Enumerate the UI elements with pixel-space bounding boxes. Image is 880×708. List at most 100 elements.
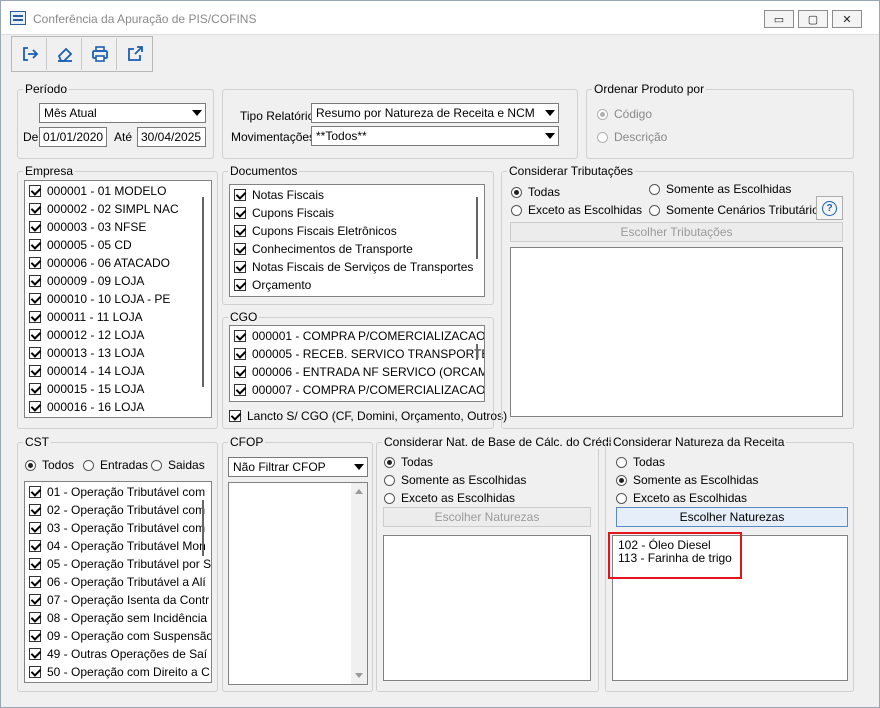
date-from-input[interactable]: 01/01/2020 — [39, 127, 107, 147]
maximize-button[interactable]: ▢ — [798, 10, 828, 28]
cgo-list[interactable]: 000001 - COMPRA P/COMERCIALIZACAO 000005 … — [229, 325, 485, 402]
natbase-todas-radio[interactable]: Todas — [384, 455, 433, 469]
minimize-button[interactable]: ▭ — [764, 10, 794, 28]
date-to-input[interactable]: 30/04/2025 — [137, 127, 206, 147]
cgo-item[interactable]: 000001 - COMPRA P/COMERCIALIZACAO — [234, 327, 484, 345]
cst-item[interactable]: 08 - Operação sem Incidência — [29, 609, 207, 627]
empresa-item[interactable]: 000016 - 16 LOJA — [29, 398, 144, 416]
cst-item[interactable]: 04 - Operação Tributável Mon — [29, 537, 206, 555]
empresa-item[interactable]: 000003 - 03 NFSE — [29, 218, 146, 236]
cst-item[interactable]: 07 - Operação Isenta da Contr — [29, 591, 209, 609]
empresa-scrollbar[interactable] — [202, 197, 204, 387]
cst-scrollbar[interactable] — [202, 500, 204, 556]
documento-item-label: Cupons Fiscais Eletrônicos — [252, 224, 397, 238]
documentos-list[interactable]: Notas Fiscais Cupons Fiscais Cupons Fiscai… — [229, 184, 485, 297]
empresa-item[interactable]: 000002 - 02 SIMPL NAC — [29, 200, 179, 218]
empresa-list[interactable]: 000001 - 01 MODELO 000002 - 02 SIMPL NAC 0… — [24, 180, 212, 418]
close-button[interactable]: ✕ — [832, 10, 862, 28]
trib-exceto-radio[interactable]: Exceto as Escolhidas — [511, 203, 642, 217]
checkbox-box — [29, 486, 41, 498]
checkbox-box — [29, 383, 41, 395]
documento-item[interactable]: Orçamento — [234, 276, 311, 294]
documento-item[interactable]: Conhecimentos de Transporte — [234, 240, 413, 258]
cst-item[interactable]: 09 - Operação com Suspensão — [29, 627, 211, 645]
documento-item-label: Conhecimentos de Transporte — [252, 242, 413, 256]
cgo-item-label: 000005 - RECEB. SERVICO TRANSPORTE ( — [252, 347, 485, 361]
empresa-item[interactable]: 000011 - 11 LOJA — [29, 308, 143, 326]
cst-item[interactable]: 02 - Operação Tributável com — [29, 501, 205, 519]
natbase-somente-radio[interactable]: Somente as Escolhidas — [384, 473, 526, 487]
movimentacoes-value: **Todos** — [316, 129, 367, 143]
ordenar-codigo-radio[interactable]: Código — [597, 107, 652, 121]
checkbox-box — [234, 330, 246, 342]
empresa-item[interactable]: 000010 - 10 LOJA - PE — [29, 290, 170, 308]
natrec-todas-radio[interactable]: Todas — [616, 455, 665, 469]
ordenar-descricao-radio[interactable]: Descrição — [597, 130, 667, 144]
documento-item[interactable]: Cupons Fiscais Eletrônicos — [234, 222, 397, 240]
periodo-select[interactable]: Mês Atual — [39, 103, 206, 123]
cst-list[interactable]: 01 - Operação Tributável com 02 - Operaçã… — [24, 481, 212, 683]
trib-cenarios-radio[interactable]: Somente Cenários Tributários — [649, 203, 825, 217]
documento-item[interactable]: Notas Fiscais de Serviços de Transportes — [234, 258, 473, 276]
empresa-item[interactable]: 000001 - 01 MODELO — [29, 182, 166, 200]
documento-item[interactable]: Notas Fiscais — [234, 186, 324, 204]
natbase-exceto-radio[interactable]: Exceto as Escolhidas — [384, 491, 515, 505]
escolher-tributacoes-button[interactable]: Escolher Tributações — [510, 222, 843, 242]
cst-todos-radio[interactable]: Todos — [25, 458, 74, 472]
empresa-item[interactable]: 000006 - 06 ATACADO — [29, 254, 170, 272]
exit-button[interactable] — [13, 38, 47, 70]
cst-entradas-radio[interactable]: Entradas — [83, 458, 148, 472]
cfop-select[interactable]: Não Filtrar CFOP — [228, 457, 368, 477]
cgo-item[interactable]: 000005 - RECEB. SERVICO TRANSPORTE ( — [234, 345, 485, 363]
movimentacoes-select[interactable]: **Todos** — [311, 126, 559, 146]
cst-entradas-label: Entradas — [100, 458, 149, 472]
clear-button[interactable] — [48, 38, 82, 70]
help-icon: ? — [822, 200, 837, 216]
tributacoes-list[interactable] — [510, 247, 843, 417]
cst-item-label: 07 - Operação Isenta da Contr — [47, 593, 210, 607]
empresa-item[interactable]: 000009 - 09 LOJA — [29, 272, 144, 290]
empresa-item[interactable]: 000012 - 12 LOJA — [29, 326, 144, 344]
cst-item[interactable]: 03 - Operação Tributável com — [29, 519, 205, 537]
cst-item[interactable]: 49 - Outras Operações de Saí — [29, 645, 207, 663]
cfop-scrollbar[interactable] — [351, 483, 367, 684]
cgo-item[interactable]: 000006 - ENTRADA NF SERVICO (ORCAME — [234, 363, 484, 381]
tipo-relatorio-select[interactable]: Resumo por Natureza de Receita e NCM — [311, 103, 559, 123]
trib-todas-radio[interactable]: Todas — [511, 185, 560, 199]
lancto-checkbox[interactable]: Lancto S/ CGO (CF, Domini, Orçamento, Ou… — [229, 407, 507, 425]
print-button[interactable] — [83, 38, 117, 70]
natrec-escolher-button[interactable]: Escolher Naturezas — [616, 507, 848, 527]
checkbox-box — [234, 366, 246, 378]
natrec-exceto-radio[interactable]: Exceto as Escolhidas — [616, 491, 747, 505]
trib-exceto-label: Exceto as Escolhidas — [528, 203, 643, 217]
ordenar-caption: Ordenar Produto por — [592, 82, 707, 96]
checkbox-box — [29, 257, 41, 269]
cst-item[interactable]: 50 - Operação com Direito a C — [29, 663, 210, 681]
documentos-scrollbar[interactable] — [476, 197, 478, 259]
natbase-escolher-button[interactable]: Escolher Naturezas — [383, 507, 591, 527]
cst-item[interactable]: 06 - Operação Tributável a Alí — [29, 573, 206, 591]
cst-saidas-radio[interactable]: Saidas — [151, 458, 205, 472]
checkbox-box — [29, 203, 41, 215]
empresa-item[interactable]: 000005 - 05 CD — [29, 236, 132, 254]
checkbox-box — [234, 348, 246, 360]
cgo-item[interactable]: 000007 - COMPRA P/COMERCIALIZACAO (I — [234, 381, 484, 399]
empresa-item[interactable]: 000014 - 14 LOJA — [29, 362, 144, 380]
cst-item[interactable]: 01 - Operação Tributável com — [29, 483, 205, 501]
empresa-item[interactable]: 000015 - 15 LOJA — [29, 380, 144, 398]
export-button[interactable] — [118, 38, 152, 70]
help-button[interactable]: ? — [816, 196, 843, 220]
cgo-scrollbar[interactable] — [476, 344, 478, 360]
natrec-caption: Considerar Natureza da Receita — [611, 435, 787, 449]
cfop-list[interactable] — [228, 482, 368, 685]
cst-item[interactable]: 05 - Operação Tributável por S — [29, 555, 211, 573]
natrec-somente-radio[interactable]: Somente as Escolhidas — [616, 473, 758, 487]
documento-item[interactable]: Cupons Fiscais — [234, 204, 334, 222]
tributacoes-caption: Considerar Tributações — [507, 164, 636, 178]
natrec-todas-label: Todas — [633, 455, 666, 469]
scroll-down-icon — [355, 673, 363, 678]
natbase-list[interactable] — [383, 535, 591, 681]
empresa-item[interactable]: 000013 - 13 LOJA — [29, 344, 144, 362]
trib-somente-radio[interactable]: Somente as Escolhidas — [649, 182, 791, 196]
radio-dot — [597, 108, 608, 120]
